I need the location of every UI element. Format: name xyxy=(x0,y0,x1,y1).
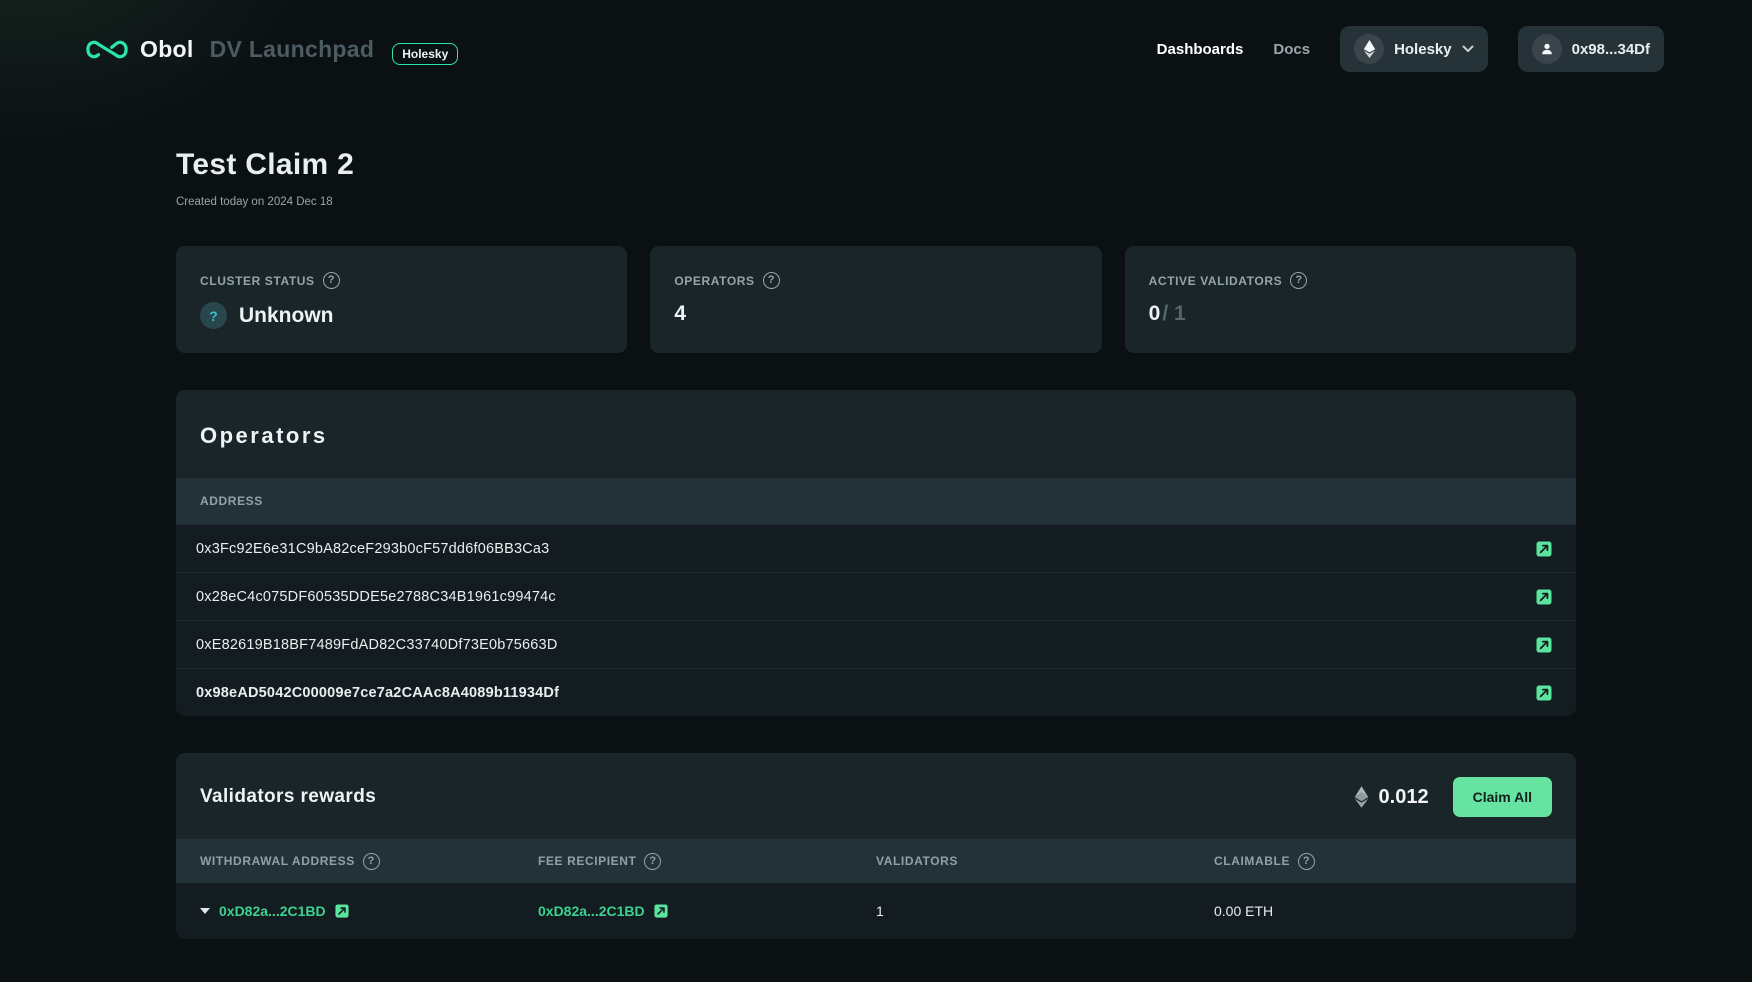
help-icon[interactable]: ? xyxy=(763,272,780,289)
claim-all-button[interactable]: Claim All xyxy=(1453,777,1552,817)
network-badge: Holesky xyxy=(392,43,458,65)
withdrawal-address-column-header: WITHDRAWAL ADDRESS xyxy=(200,854,355,868)
external-link-icon[interactable] xyxy=(1536,541,1552,557)
unknown-status-icon: ? xyxy=(200,302,227,329)
rewards-total: 0.012 xyxy=(1354,786,1429,809)
active-validators-total: / 1 xyxy=(1162,302,1185,326)
operators-table-header: ADDRESS xyxy=(176,478,1576,524)
network-selector-label: Holesky xyxy=(1394,41,1452,58)
wallet-address-label: 0x98...34Df xyxy=(1572,41,1650,58)
help-icon[interactable]: ? xyxy=(1290,272,1307,289)
active-validators-card: ACTIVE VALIDATORS ? 0 / 1 xyxy=(1125,246,1576,353)
expand-row-icon[interactable] xyxy=(200,908,210,914)
nav-docs[interactable]: Docs xyxy=(1273,41,1310,58)
network-selector-button[interactable]: Holesky xyxy=(1340,26,1488,72)
nav-dashboards[interactable]: Dashboards xyxy=(1157,41,1244,58)
cluster-status-card: CLUSTER STATUS ? ? Unknown xyxy=(176,246,627,353)
ethereum-icon xyxy=(1354,34,1384,64)
address-column-header: ADDRESS xyxy=(200,494,263,508)
wallet-account-button[interactable]: 0x98...34Df xyxy=(1518,26,1664,72)
eth-icon xyxy=(1354,786,1369,808)
external-link-icon[interactable] xyxy=(1536,685,1552,701)
operators-count-card: OPERATORS ? 4 xyxy=(650,246,1101,353)
active-validators-value: 0 xyxy=(1149,302,1161,326)
help-icon[interactable]: ? xyxy=(644,853,661,870)
rewards-table-header: WITHDRAWAL ADDRESS ? FEE RECIPIENT ? VAL… xyxy=(176,839,1576,883)
help-icon[interactable]: ? xyxy=(1298,853,1315,870)
page-title: Test Claim 2 xyxy=(176,148,1576,182)
cluster-status-value: Unknown xyxy=(239,304,334,328)
obol-logo-icon[interactable] xyxy=(86,38,128,61)
page-subtitle: Created today on 2024 Dec 18 xyxy=(176,196,1576,208)
table-row: 0xD82a...2C1BD 0xD82a...2C1BD xyxy=(176,883,1576,939)
operators-panel-title: Operators xyxy=(176,390,1576,478)
brand-name: Obol xyxy=(140,36,194,63)
cluster-status-label: CLUSTER STATUS xyxy=(200,274,315,288)
external-link-icon[interactable] xyxy=(1536,589,1552,605)
brand-suffix: DV Launchpad xyxy=(210,36,375,63)
operators-panel: Operators ADDRESS 0x3Fc92E6e31C9bA82ceF2… xyxy=(176,390,1576,716)
table-row: 0x98eAD5042C00009e7ce7a2CAAc8A4089b11934… xyxy=(176,668,1576,716)
fee-recipient-link[interactable]: 0xD82a...2C1BD xyxy=(538,903,645,919)
table-row: 0x28eC4c075DF60535DDE5e2788C34B1961c9947… xyxy=(176,572,1576,620)
external-link-icon[interactable] xyxy=(335,904,349,918)
table-row: 0xE82619B18BF7489FdAD82C33740Df73E0b7566… xyxy=(176,620,1576,668)
help-icon[interactable]: ? xyxy=(363,853,380,870)
user-icon xyxy=(1532,34,1562,64)
claimable-amount-cell: 0.00 ETH xyxy=(1214,903,1552,919)
validators-column-header: VALIDATORS xyxy=(876,854,958,868)
withdrawal-address-link[interactable]: 0xD82a...2C1BD xyxy=(219,903,326,919)
operator-address: 0xE82619B18BF7489FdAD82C33740Df73E0b7566… xyxy=(196,637,558,653)
operator-address: 0x98eAD5042C00009e7ce7a2CAAc8A4089b11934… xyxy=(196,685,559,701)
top-nav-links: Dashboards Docs Holesky 0x98...34Df xyxy=(1157,26,1664,72)
operator-address: 0x28eC4c075DF60535DDE5e2788C34B1961c9947… xyxy=(196,589,556,605)
fee-recipient-column-header: FEE RECIPIENT xyxy=(538,854,636,868)
external-link-icon[interactable] xyxy=(1536,637,1552,653)
chevron-down-icon xyxy=(1462,45,1474,53)
validators-rewards-panel: Validators rewards 0.012 Claim All xyxy=(176,753,1576,939)
external-link-icon[interactable] xyxy=(654,904,668,918)
table-row: 0x3Fc92E6e31C9bA82ceF293b0cF57dd6f06BB3C… xyxy=(176,524,1576,572)
stats-row: CLUSTER STATUS ? ? Unknown OPERATORS ? 4… xyxy=(176,246,1576,353)
rewards-total-value: 0.012 xyxy=(1379,786,1429,809)
operator-address: 0x3Fc92E6e31C9bA82ceF293b0cF57dd6f06BB3C… xyxy=(196,541,549,557)
brand: Obol DV Launchpad Holesky xyxy=(86,33,458,65)
help-icon[interactable]: ? xyxy=(323,272,340,289)
claimable-column-header: CLAIMABLE xyxy=(1214,854,1290,868)
operators-count-label: OPERATORS xyxy=(674,274,754,288)
operators-count-value: 4 xyxy=(674,302,686,326)
rewards-panel-title: Validators rewards xyxy=(200,786,376,808)
top-navigation-bar: Obol DV Launchpad Holesky Dashboards Doc… xyxy=(0,0,1752,98)
main-content: Test Claim 2 Created today on 2024 Dec 1… xyxy=(176,148,1576,939)
active-validators-label: ACTIVE VALIDATORS xyxy=(1149,274,1283,288)
validators-count-cell: 1 xyxy=(876,903,1214,919)
